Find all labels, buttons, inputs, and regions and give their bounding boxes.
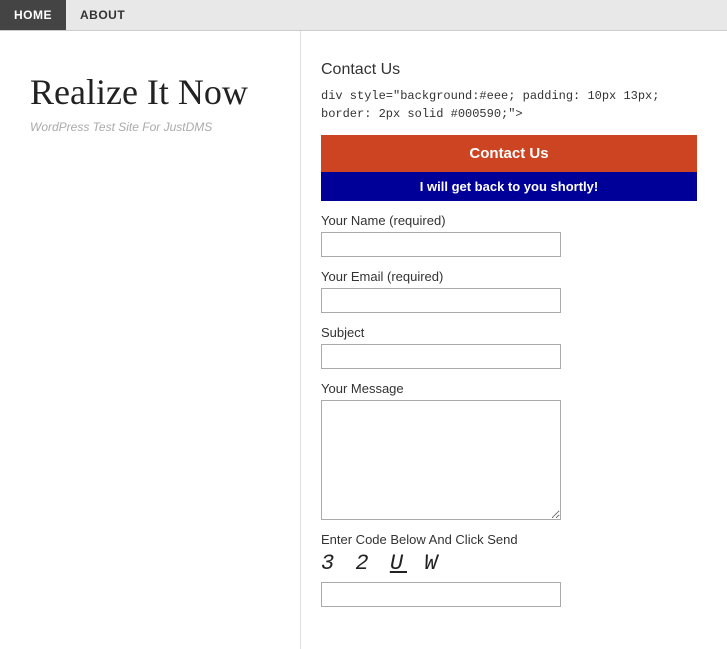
subject-field-group: Subject	[321, 325, 697, 369]
captcha-input[interactable]	[321, 582, 561, 607]
site-title: Realize It Now	[30, 71, 270, 114]
captcha-group: Enter Code Below And Click Send 3 2 U W	[321, 532, 697, 607]
captcha-code: 3 2 U W	[321, 551, 697, 576]
nav-item-home[interactable]: HOME	[0, 0, 66, 30]
name-label: Your Name (required)	[321, 213, 697, 228]
site-subtitle: WordPress Test Site For JustDMS	[30, 120, 270, 134]
name-field-group: Your Name (required)	[321, 213, 697, 257]
right-column: Contact Us div style="background:#eee; p…	[300, 31, 727, 649]
email-label: Your Email (required)	[321, 269, 697, 284]
captcha-underline: U	[390, 551, 407, 576]
email-input[interactable]	[321, 288, 561, 313]
name-input[interactable]	[321, 232, 561, 257]
subject-input[interactable]	[321, 344, 561, 369]
left-column: Realize It Now WordPress Test Site For J…	[0, 31, 300, 649]
page-wrapper: Realize It Now WordPress Test Site For J…	[0, 31, 727, 649]
contact-us-button[interactable]: Contact Us	[321, 135, 697, 172]
confirmation-bar: I will get back to you shortly!	[321, 172, 697, 201]
contact-section-title: Contact Us	[321, 61, 697, 79]
subject-label: Subject	[321, 325, 697, 340]
nav-item-about[interactable]: ABOUT	[66, 0, 139, 30]
message-textarea[interactable]	[321, 400, 561, 520]
message-field-group: Your Message	[321, 381, 697, 520]
nav-bar: HOME ABOUT	[0, 0, 727, 31]
message-label: Your Message	[321, 381, 697, 396]
email-field-group: Your Email (required)	[321, 269, 697, 313]
code-snippet: div style="background:#eee; padding: 10p…	[321, 87, 697, 123]
